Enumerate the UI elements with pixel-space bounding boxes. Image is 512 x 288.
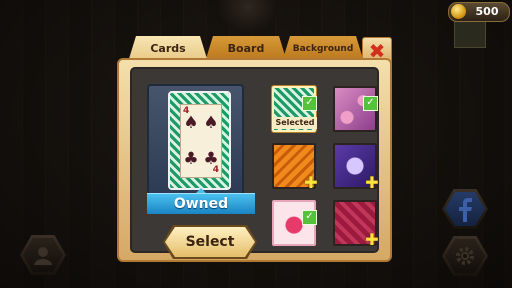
plus-icon: ✚ (365, 230, 379, 249)
coin-icon (451, 4, 466, 19)
panel-inner: 4 ♠♠ ♣♣ 4 Owned Select ✓ Selected ✓ ✚ (130, 67, 379, 253)
coin-value: 500 (475, 5, 499, 18)
card-preview: 4 ♠ ♠ ♣ ♣ 4 (147, 84, 244, 195)
select-button-label: Select (185, 234, 235, 250)
card-thumb-pink-floral[interactable]: ✓ (333, 86, 378, 132)
gear-icon (456, 247, 474, 265)
plus-icon: ✚ (304, 173, 318, 192)
selected-label: Selected (273, 117, 317, 129)
card-thumb-orange[interactable]: ✚ (272, 143, 318, 192)
top-right-decoration (454, 20, 486, 48)
coin-counter: 500 (448, 2, 510, 22)
plus-icon: ✚ (365, 173, 379, 192)
preview-card-back: 4 ♠ ♠ ♣ ♣ 4 (168, 91, 231, 190)
facebook-icon (459, 198, 472, 222)
card-thumb-purple[interactable]: ✚ (333, 143, 379, 192)
owned-status-bar: Owned (147, 193, 255, 214)
check-icon: ✓ (363, 96, 378, 111)
check-icon: ✓ (302, 210, 317, 225)
owned-label: Owned (173, 196, 229, 212)
select-button[interactable]: Select (165, 227, 255, 257)
check-icon: ✓ (302, 96, 317, 111)
card-thumb-crimson[interactable]: ✚ (333, 200, 379, 249)
card-thumb-green[interactable]: ✓ Selected (272, 86, 317, 132)
card-thumb-pink[interactable]: ✓ (272, 200, 317, 246)
card-panel: 4 ♠♠ ♣♣ 4 Owned Select ✓ Selected ✓ ✚ (117, 58, 392, 262)
card-face: 4 ♠ ♠ ♣ ♣ 4 (180, 104, 222, 178)
user-icon (34, 247, 52, 265)
